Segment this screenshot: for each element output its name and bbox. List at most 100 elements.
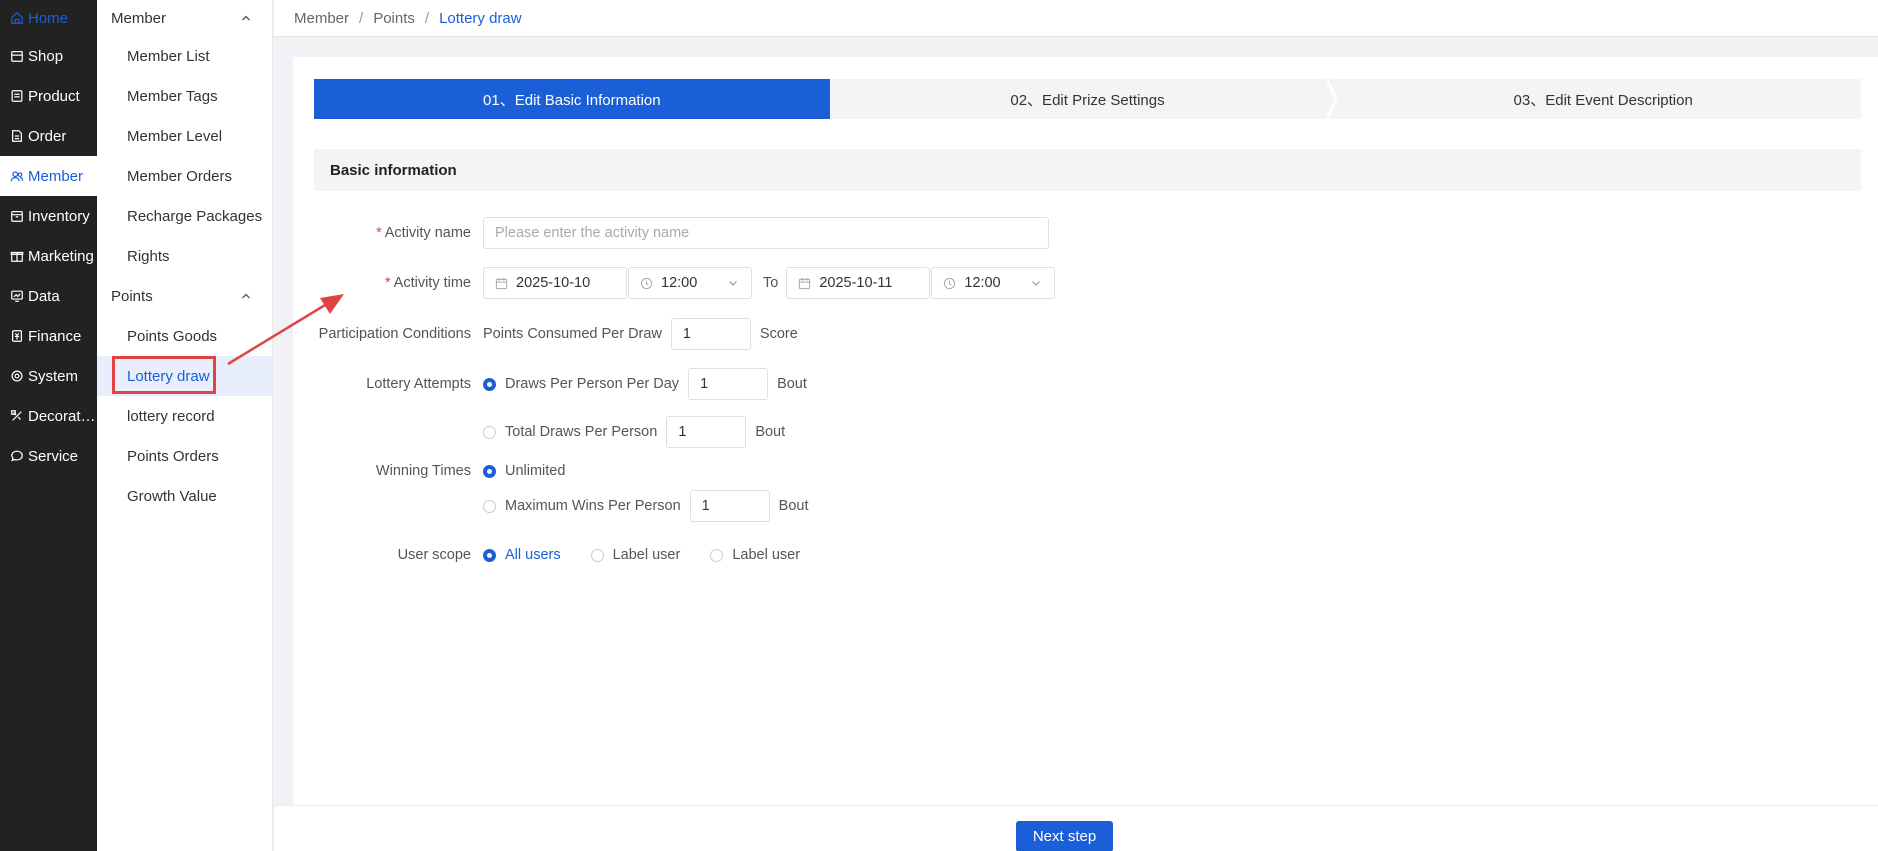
radio-label[interactable]: Label user <box>613 547 681 563</box>
radio-max-wins[interactable] <box>483 499 496 513</box>
form-row-activity-name: * Activity name Please enter the activity… <box>293 217 1049 249</box>
start-date-picker[interactable]: 2025-10-10 <box>483 267 627 299</box>
nav-data[interactable]: Data <box>0 276 97 316</box>
radio-unlimited[interactable] <box>483 464 496 478</box>
calendar-icon <box>495 277 508 289</box>
nav-inventory[interactable]: Inventory <box>0 196 97 236</box>
subnav-label: Member Level <box>127 127 223 145</box>
subnav-label: Recharge Packages <box>127 207 263 225</box>
form-row-lottery-attempts: Lottery Attempts Draws Per Person Per Da… <box>293 368 807 400</box>
subnav-label: Growth Value <box>127 487 217 505</box>
nav-member[interactable]: Member <box>0 156 97 196</box>
field-label: Winning Times <box>375 463 471 479</box>
form-row-winning-times: Winning Times Unlimited <box>293 463 566 479</box>
subnav-item-rights[interactable]: Rights <box>97 236 272 276</box>
next-step-button[interactable]: Next step <box>1016 821 1113 851</box>
breadcrumb-item[interactable]: Points <box>373 10 415 27</box>
subnav-label: lottery record <box>127 407 215 425</box>
radio-label[interactable]: Unlimited <box>505 463 565 479</box>
radio-label-user[interactable] <box>710 548 724 562</box>
step-3[interactable]: 03、Edit Event Description <box>1345 79 1862 119</box>
radio-total-draws[interactable] <box>483 425 496 439</box>
nav-label: Finance <box>28 327 82 345</box>
form-row-max-wins: Maximum Wins Per Person 1 Bout <box>293 490 809 522</box>
nav-service[interactable]: Service <box>0 436 97 476</box>
subnav-label: Rights <box>127 247 170 265</box>
step-arrow <box>1327 79 1338 119</box>
section-title: Basic information <box>314 149 1861 191</box>
nav-label: Home <box>28 9 69 27</box>
finance-icon <box>9 329 24 344</box>
subnav-item-member-tags[interactable]: Member Tags <box>97 76 272 116</box>
draws-per-day-input[interactable]: 1 <box>688 368 769 400</box>
date-value: 2025-10-10 <box>516 275 591 291</box>
inventory-icon <box>9 209 24 224</box>
points-per-draw-input[interactable]: 1 <box>670 318 751 350</box>
subnav-item-lottery-record[interactable]: lottery record <box>97 396 272 436</box>
step-2[interactable]: 02、Edit Prize Settings <box>829 79 1346 119</box>
points-per-draw-label: Points Consumed Per Draw <box>483 326 662 342</box>
breadcrumb: Member / Points / Lottery draw <box>274 0 1878 37</box>
form-row-participation: Participation Conditions Points Consumed… <box>293 318 798 350</box>
radio-draws-per-day[interactable] <box>483 377 496 391</box>
input-value: 1 <box>682 326 691 342</box>
step-arrow <box>819 79 828 119</box>
radio-label-user[interactable] <box>590 548 604 562</box>
nav-finance[interactable]: Finance <box>0 316 97 356</box>
nav-product[interactable]: Product <box>0 76 97 116</box>
chevron-up-icon <box>242 293 250 299</box>
subnav-label: Points Orders <box>127 447 219 465</box>
start-time-select[interactable]: 12:00 <box>628 267 752 299</box>
max-wins-input[interactable]: 1 <box>689 490 770 522</box>
clock-icon <box>640 277 653 289</box>
nav-marketing[interactable]: Marketing <box>0 236 97 276</box>
subnav-item-recharge-packages[interactable]: Recharge Packages <box>97 196 272 236</box>
field-label: User scope <box>397 547 471 563</box>
home-icon <box>9 11 24 26</box>
breadcrumb-separator: / <box>359 9 364 27</box>
radio-label[interactable]: Label user <box>732 547 800 563</box>
to-label: To <box>763 275 779 291</box>
radio-label[interactable]: All users <box>505 547 561 563</box>
product-icon <box>9 89 24 104</box>
subnav-item-growth-value[interactable]: Growth Value <box>97 476 272 516</box>
radio-label[interactable]: Total Draws Per Person <box>505 424 657 440</box>
subnav-item-member-orders[interactable]: Member Orders <box>97 156 272 196</box>
nav-home[interactable]: Home <box>0 0 97 36</box>
bout-unit: Bout <box>778 498 809 514</box>
subnav-item-points-orders[interactable]: Points Orders <box>97 436 272 476</box>
nav-label: Marketing <box>28 247 94 265</box>
nav-label: Member <box>28 167 84 185</box>
subnav-item-lottery-draw[interactable]: Lottery draw <box>97 356 272 396</box>
clock-icon <box>944 277 956 289</box>
step-label: 01、Edit Basic Information <box>483 91 661 109</box>
points-unit: Score <box>759 326 798 342</box>
step-1[interactable]: 01、Edit Basic Information <box>314 79 830 119</box>
end-time-select[interactable]: 12:00 <box>931 267 1056 299</box>
nav-system[interactable]: System <box>0 356 97 396</box>
gear-icon <box>9 369 24 384</box>
form-row-activity-time: * Activity time 2025-10-10 12:00 To 2025-… <box>293 267 1056 299</box>
main-sidebar: Home Shop Product Order Member Inventory… <box>0 0 97 851</box>
subnav-item-member-list[interactable]: Member List <box>97 36 272 76</box>
bout-unit: Bout <box>755 424 786 440</box>
radio-label[interactable]: Maximum Wins Per Person <box>505 498 681 514</box>
breadcrumb-item[interactable]: Member <box>294 10 349 27</box>
nav-order[interactable]: Order <box>0 116 97 156</box>
time-value: 12:00 <box>964 275 1001 291</box>
end-date-picker[interactable]: 2025-10-11 <box>786 267 931 299</box>
subnav-item-points-goods[interactable]: Points Goods <box>97 316 272 356</box>
subnav-group-points[interactable]: Points <box>97 276 272 316</box>
activity-name-input[interactable]: Please enter the activity name <box>483 217 1049 249</box>
nav-decoration[interactable]: Decorat… <box>0 396 97 436</box>
nav-shop[interactable]: Shop <box>0 36 97 76</box>
subnav-label: Points Goods <box>127 327 218 345</box>
subnav-item-member-level[interactable]: Member Level <box>97 116 272 156</box>
total-draws-input[interactable]: 1 <box>666 416 747 448</box>
radio-label[interactable]: Draws Per Person Per Day <box>505 376 679 392</box>
nav-label: System <box>28 367 79 385</box>
subnav-group-member[interactable]: Member <box>97 0 272 36</box>
group-label: Member <box>111 9 167 27</box>
radio-all-users[interactable] <box>483 548 496 562</box>
order-icon <box>9 129 24 144</box>
